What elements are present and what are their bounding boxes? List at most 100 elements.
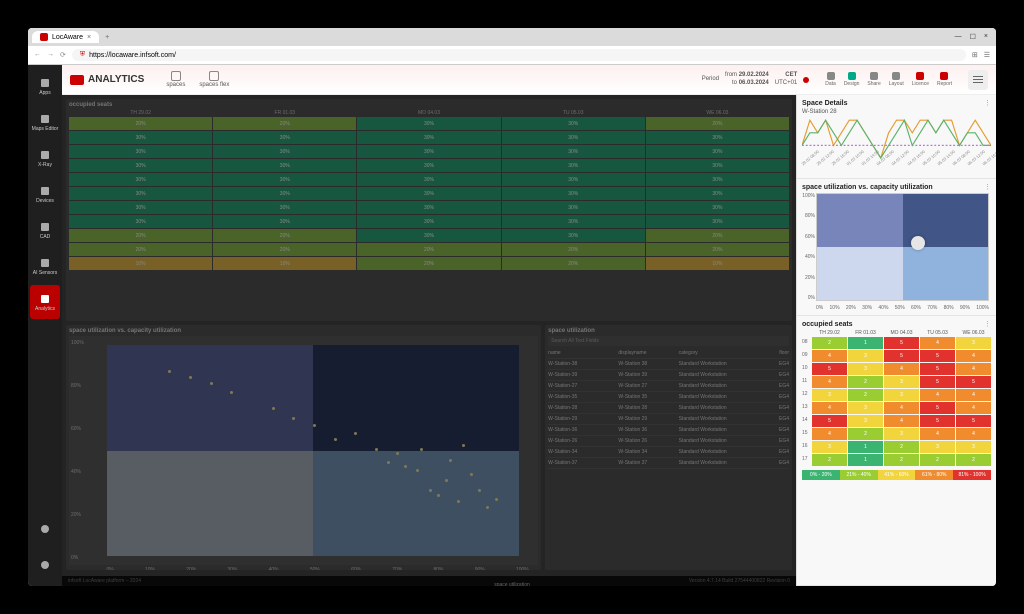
devices-icon	[39, 185, 51, 197]
rail-item-apps[interactable]: Apps	[30, 69, 60, 103]
profile-icon[interactable]: ☰	[984, 51, 990, 59]
main: ANALYTICS spaces spaces flex Period from …	[62, 65, 996, 586]
alert-dot-icon	[803, 77, 809, 83]
space-name: W-Station 28	[802, 109, 991, 115]
toolbar-layout[interactable]: Layout	[889, 72, 904, 87]
grid-icon	[39, 77, 51, 89]
section-menu-icon[interactable]: ⋮	[984, 183, 991, 191]
table-row[interactable]: W-Station-36W-Station 36Standard Worksta…	[548, 425, 789, 436]
help-icon[interactable]	[30, 548, 60, 582]
reload-button[interactable]: ⟳	[60, 51, 66, 59]
screen: LocAware × + — ☐ × ← → ⟳ ⛨ https://locaw…	[28, 28, 996, 586]
favicon-icon	[40, 33, 48, 41]
toolbar-licence[interactable]: Licence	[912, 72, 929, 87]
toolbar-design[interactable]: Design	[844, 72, 860, 87]
window-close-button[interactable]: ×	[984, 33, 988, 41]
url-text: https://locaware.infsoft.com/	[89, 52, 176, 59]
x-axis-label: space utilization	[796, 582, 996, 586]
toolbar-actions: Data Design Share Layout Licence Report	[825, 72, 952, 87]
left-rail: AppsMaps EditorX-RayDevicesCADAI Sensors…	[28, 65, 62, 586]
device-frame: LocAware × + — ☐ × ← → ⟳ ⛨ https://locaw…	[8, 8, 1016, 606]
rail-item-x-ray[interactable]: X-Ray	[30, 141, 60, 175]
section-menu-icon[interactable]: ⋮	[984, 99, 991, 107]
content: occupied seats TH 29.02FR 01.03MO 04.03T…	[62, 95, 996, 586]
brand-title: ANALYTICS	[88, 74, 144, 85]
table-row[interactable]: W-Station-29W-Station 29Standard Worksta…	[548, 414, 789, 425]
nav-arrows: ← → ⟳	[34, 51, 66, 59]
section-title: Space Details	[802, 100, 848, 107]
back-button[interactable]: ←	[34, 51, 41, 59]
view-segment: spaces spaces flex	[166, 71, 229, 88]
menu-button[interactable]	[968, 70, 988, 90]
legend: 0% - 20%21% - 40%41% - 60%61% - 80%81% -…	[802, 470, 991, 480]
section-title: occupied seats	[802, 321, 853, 328]
rail-item-analytics[interactable]: Analytics	[30, 285, 60, 319]
toolbar-icon	[940, 72, 948, 80]
topbar: ANALYTICS spaces spaces flex Period from …	[62, 65, 996, 95]
table-row[interactable]: W-Station-37W-Station 37Standard Worksta…	[548, 458, 789, 469]
panel-title: space utilization	[548, 328, 789, 334]
quadrant-chart: 100%80%60%40%20%0% 0%10%20%30%40%50%60%7…	[802, 193, 991, 311]
edit-icon	[209, 71, 219, 81]
section-menu-icon[interactable]: ⋮	[984, 320, 991, 328]
browser-chrome: LocAware × + — ☐ × ← → ⟳ ⛨ https://locaw…	[28, 28, 996, 65]
sensor-icon	[39, 257, 51, 269]
table-search-input[interactable]: Search All Text Fields	[548, 336, 789, 346]
browser-tab[interactable]: LocAware ×	[32, 31, 99, 43]
cad-icon	[39, 221, 51, 233]
view-spaces[interactable]: spaces	[166, 71, 185, 88]
table-row[interactable]: W-Station-26W-Station 26Standard Worksta…	[548, 436, 789, 447]
help-icon	[39, 559, 51, 571]
panel-title: occupied seats	[69, 102, 789, 108]
window-min-button[interactable]: —	[955, 33, 962, 41]
table-row[interactable]: W-Station-34W-Station 34Standard Worksta…	[548, 447, 789, 458]
lock-icon: ⛨	[80, 51, 85, 59]
section-occupied-mini: occupied seats ⋮ TH 29.02FR 01.03MO 04.03…	[797, 316, 996, 586]
new-tab-button[interactable]: +	[101, 34, 113, 41]
side-panel: Space Details ⋮ W-Station 28 29.02 08:002…	[796, 95, 996, 586]
table-row[interactable]: W-Station-35W-Station 35Standard Worksta…	[548, 392, 789, 403]
period-label: Period	[702, 76, 719, 83]
period-display[interactable]: Period from 29.02.2024 to 06.03.2024 CET…	[702, 72, 810, 86]
bell-icon[interactable]	[30, 512, 60, 546]
table-row[interactable]: W-Station-39W-Station 39Standard Worksta…	[548, 370, 789, 381]
url-field[interactable]: ⛨ https://locaware.infsoft.com/	[72, 49, 966, 61]
tab-close-icon[interactable]: ×	[87, 34, 91, 41]
panel-scatter[interactable]: space utilization vs. capacity utilizati…	[66, 325, 541, 570]
address-bar: ← → ⟳ ⛨ https://locaware.infsoft.com/ ⊞ …	[28, 46, 996, 64]
tab-bar: LocAware × + — ☐ ×	[28, 28, 996, 46]
tz-sub: UTC+01	[775, 80, 798, 87]
panel-table[interactable]: space utilization Search All Text Fields…	[545, 325, 792, 570]
forward-button[interactable]: →	[47, 51, 54, 59]
toolbar-icon	[827, 72, 835, 80]
brand-logo-icon	[70, 75, 84, 85]
view-spaces-flex[interactable]: spaces flex	[199, 71, 229, 88]
extensions-icon[interactable]: ⊞	[972, 51, 978, 59]
toolbar-icon	[892, 72, 900, 80]
brand: ANALYTICS	[70, 74, 144, 85]
toolbar-data[interactable]: Data	[825, 72, 836, 87]
xray-icon	[39, 149, 51, 161]
toolbar-icon	[916, 72, 924, 80]
toolbar-icon	[870, 72, 878, 80]
toolbar-report[interactable]: Report	[937, 72, 952, 87]
gauge-icon	[171, 71, 181, 81]
sparkline-chart: 29.02 08:0029.02 12:0029.02 16:0001.03 1…	[802, 118, 991, 174]
bell-icon	[39, 523, 51, 535]
rail-item-devices[interactable]: Devices	[30, 177, 60, 211]
section-title: space utilization vs. capacity utilizati…	[802, 184, 933, 191]
section-quadrant: space utilization vs. capacity utilizati…	[797, 179, 996, 316]
table-row[interactable]: W-Station-38W-Station 38Standard Worksta…	[548, 359, 789, 370]
panel-occupied-seats[interactable]: occupied seats TH 29.02FR 01.03MO 04.03T…	[66, 99, 792, 321]
toolbar-share[interactable]: Share	[867, 72, 880, 87]
rail-item-maps-editor[interactable]: Maps Editor	[30, 105, 60, 139]
panel-title: space utilization vs. capacity utilizati…	[69, 328, 538, 334]
table-row[interactable]: W-Station-27W-Station 27Standard Worksta…	[548, 381, 789, 392]
window-max-button[interactable]: ☐	[970, 33, 976, 41]
heatmap-mini: TH 29.02FR 01.03MO 04.03TU 05.03WE 06.03…	[802, 330, 991, 466]
toolbar-icon	[848, 72, 856, 80]
rail-item-cad[interactable]: CAD	[30, 213, 60, 247]
tab-title: LocAware	[52, 34, 83, 41]
rail-item-ai-sensors[interactable]: AI Sensors	[30, 249, 60, 283]
table-row[interactable]: W-Station-28W-Station 28Standard Worksta…	[548, 403, 789, 414]
